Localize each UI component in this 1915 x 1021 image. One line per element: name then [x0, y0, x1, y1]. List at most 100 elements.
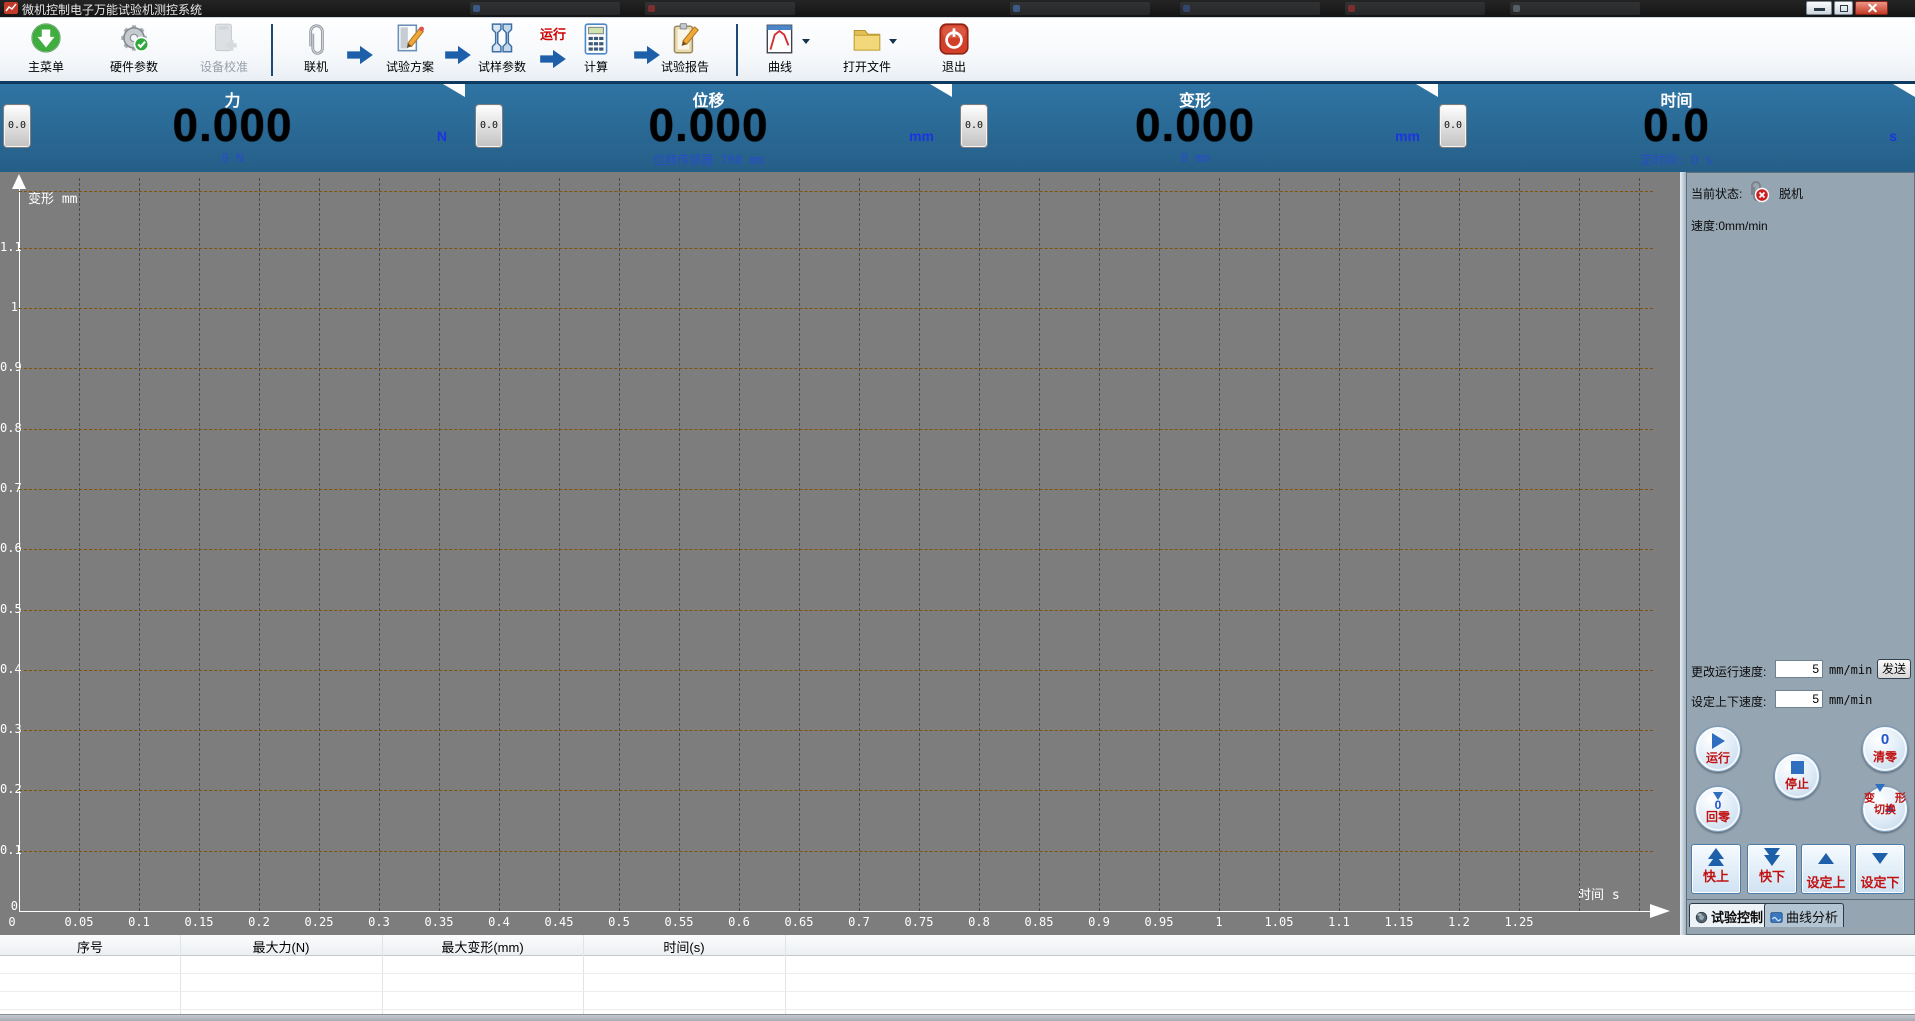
toolbar-exit[interactable]: 退出 [912, 21, 996, 81]
gridline-v [1399, 178, 1400, 911]
peak-display: 0.0 [960, 104, 988, 148]
gridline-h [19, 368, 1653, 370]
readout-time: 时间 0.0 s 定时间: 0 s 0.0 [1438, 84, 1915, 172]
toolbar-hardware-params[interactable]: 硬件参数 [92, 21, 176, 81]
gridline-v [1579, 178, 1580, 911]
main-menu-icon [28, 21, 64, 57]
gridline-v [559, 178, 560, 911]
gridline-v [1519, 178, 1520, 911]
x-tick-label: 0.3 [368, 915, 390, 929]
readout-unit: mm [909, 128, 934, 144]
gridline-h [19, 730, 1653, 732]
speed-text: 速度:0mm/min [1691, 219, 1768, 233]
status-label: 当前状态: [1691, 187, 1743, 201]
double-down-arrow-icon [1764, 855, 1780, 866]
toolbar-main-menu[interactable]: 主菜单 [4, 21, 88, 81]
minimize-icon [1814, 8, 1825, 11]
x-tick-label: 0.5 [608, 915, 630, 929]
offline-link-icon [1745, 179, 1771, 203]
zero-icon: 0 [1880, 731, 1890, 748]
deformation-switch-button[interactable]: 变形 切换 [1862, 784, 1908, 832]
toolbar-open-file[interactable]: 打开文件 [825, 21, 909, 81]
toolbar-calculate[interactable]: 计算 [554, 21, 638, 81]
gridline-h [19, 191, 1653, 192]
change-speed-input[interactable] [1775, 660, 1823, 678]
gridline-v [1159, 178, 1160, 911]
deformation-time-chart: 变形 mm 时间 s 0 0.1 0.2 0.3 0.4 0.5 0.6 0.7 0.8 0.9 1… [0, 172, 1680, 935]
x-tick-label: 0.05 [64, 915, 94, 929]
set-up-button[interactable]: 设定上 [1801, 844, 1851, 894]
gridline-v [379, 178, 380, 911]
toolbar-test-report[interactable]: 试验报告 [643, 21, 727, 81]
column-header: 时间(s) [663, 940, 705, 955]
restore-icon [1840, 5, 1848, 12]
app-window: 微机控制电子万能试验机测控系统 主菜单 硬件参数 设备校准 联机 试验方案 试样… [0, 0, 1915, 1021]
gridline-v [319, 178, 320, 911]
fast-down-button[interactable]: 快下 [1747, 844, 1797, 894]
calculator-icon [578, 21, 614, 57]
stop-button[interactable]: 停止 [1774, 753, 1820, 799]
chevron-down-icon[interactable] [802, 39, 810, 44]
tab-curve-analysis[interactable]: 曲线分析 [1764, 903, 1845, 927]
y-tick-label: 0.8 [0, 420, 22, 435]
readout-value: 0.000 [1134, 99, 1256, 151]
gridline-h [19, 428, 1653, 430]
x-tick-label: 0.8 [968, 915, 990, 929]
chevron-down-icon[interactable] [889, 39, 897, 44]
gridline-v [1339, 178, 1340, 911]
fast-up-button[interactable]: 快上 [1691, 844, 1741, 894]
toolbar-test-plan[interactable]: 试验方案 [368, 21, 452, 81]
up-arrow-icon [1818, 853, 1834, 864]
x-tick-label: 0.7 [848, 915, 870, 929]
y-tick-label: 1 [10, 300, 18, 314]
set-speed-label: 设定上下速度: [1691, 695, 1767, 709]
minimize-button[interactable] [1806, 1, 1832, 15]
set-down-button[interactable]: 设定下 [1855, 844, 1905, 894]
clear-zero-button[interactable]: 0 清零 [1862, 726, 1908, 772]
gridline-v [859, 178, 860, 911]
results-table: 序号 最大力(N) 最大变形(mm) 时间(s) [0, 935, 1915, 1014]
readout-unit: mm [1395, 128, 1420, 144]
test-control-tab-icon [1694, 911, 1709, 924]
hourglass-icon [1875, 784, 1895, 812]
tab-test-control[interactable]: 试验控制 [1689, 903, 1770, 927]
x-tick-label: 0.75 [904, 915, 934, 929]
gridline-v [919, 178, 920, 911]
gridline-v [1099, 178, 1100, 911]
x-tick-label: 0.4 [488, 915, 510, 929]
toolbar-curve[interactable]: 曲线 [738, 21, 822, 81]
readout-subtext: 定时间: 0 s [1640, 153, 1713, 167]
x-tick-label: 0.65 [784, 915, 814, 929]
gridline-v [139, 178, 140, 911]
background-window-ghost [1180, 2, 1320, 15]
gridline-v [679, 178, 680, 911]
gridline-v [799, 178, 800, 911]
app-icon [4, 2, 18, 14]
sample-params-icon [484, 21, 520, 57]
readout-value: 0.000 [172, 99, 293, 151]
readout-deformation: 变形 0.000 mm 0 mm 0.0 [952, 84, 1438, 172]
x-tick-label: 0.9 [1088, 915, 1110, 929]
window-bottom-edge [0, 1014, 1915, 1021]
gridline-h [19, 247, 1653, 249]
toolbar: 主菜单 硬件参数 设备校准 联机 试验方案 试样参数 运行 计算 试验报告 曲线… [0, 17, 1915, 84]
background-window-ghost [1010, 2, 1150, 15]
gridline-h [19, 790, 1653, 792]
return-zero-button[interactable]: 0 回零 [1695, 786, 1741, 832]
gridline-h [19, 669, 1653, 671]
background-window-ghost [470, 2, 620, 15]
readout-value: 0.000 [648, 99, 769, 151]
x-tick-label: 0.55 [664, 915, 694, 929]
y-tick-label: 1.1 [0, 239, 22, 254]
y-tick-label: 0.6 [0, 541, 22, 556]
control-panel: 当前状态: 脱机 速度:0mm/min 更改运行速度: mm/min 发送 设定… [1686, 172, 1915, 935]
x-tick-label: 1 [1215, 915, 1223, 929]
set-speed-input[interactable] [1775, 690, 1823, 708]
close-button[interactable] [1855, 1, 1888, 15]
run-button[interactable]: 运行 [1695, 726, 1741, 772]
readout-value: 0.0 [1643, 99, 1710, 151]
send-button[interactable]: 发送 [1877, 659, 1911, 679]
restore-button[interactable] [1834, 1, 1853, 15]
readout-bar: 力 0.000 N 0 N 0.0 位移 0.000 mm 位移传感器 700 … [0, 84, 1915, 172]
gridline-h [19, 850, 1653, 852]
